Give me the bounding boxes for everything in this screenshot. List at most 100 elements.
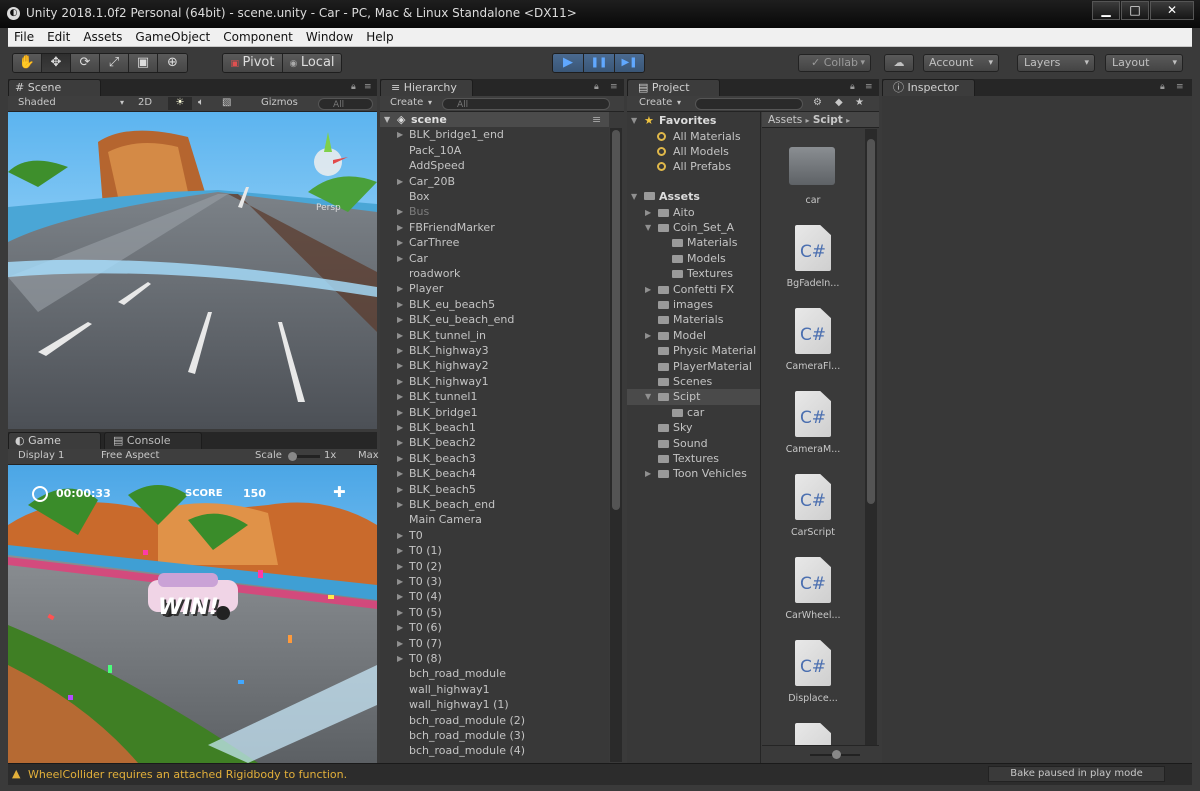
scene-root-row[interactable]: ▼ ◈ scene ≡	[380, 112, 609, 128]
hierarchy-item[interactable]: ▶ BLK_beach3	[380, 451, 609, 466]
step-button[interactable]: ▶❚	[615, 54, 644, 72]
2d-toggle[interactable]: 2D	[138, 97, 152, 108]
asset-item[interactable]: C# CarScript	[762, 471, 864, 551]
project-folder-row[interactable]: Materials	[627, 235, 760, 250]
cloud-button[interactable]: ☁	[884, 54, 914, 72]
scene-search-input[interactable]: All	[318, 98, 373, 110]
rect-tool-icon[interactable]: ▣	[129, 54, 158, 72]
audio-toggle-icon[interactable]: 🔈︎	[198, 97, 204, 108]
collapsed-arrow-icon[interactable]: ▶	[397, 251, 403, 266]
hierarchy-item[interactable]: ▶ BLK_beach4	[380, 466, 609, 481]
hierarchy-search-input[interactable]: All	[442, 98, 610, 110]
collapsed-arrow-icon[interactable]: ▶	[645, 328, 651, 343]
hierarchy-item[interactable]: ▶ BLK_highway1	[380, 374, 609, 389]
project-folder-row[interactable]: Sky	[627, 420, 760, 435]
collapsed-arrow-icon[interactable]: ▶	[397, 636, 403, 651]
effects-toggle-icon[interactable]: ▧	[222, 97, 231, 108]
collapsed-arrow-icon[interactable]: ▶	[397, 574, 403, 589]
hierarchy-create-dropdown[interactable]: Create	[390, 97, 423, 108]
favorites-item[interactable]: All Prefabs	[627, 159, 760, 174]
collapsed-arrow-icon[interactable]: ▶	[397, 405, 403, 420]
pivot-toggle[interactable]: ▣ Pivot	[223, 54, 283, 72]
project-folder-row[interactable]: Scenes	[627, 374, 760, 389]
hierarchy-item[interactable]: bch_road_module (2)	[380, 713, 609, 728]
lock-icon[interactable]: 🔒︎	[850, 82, 855, 92]
hierarchy-item[interactable]: wall_highway1	[380, 682, 609, 697]
hierarchy-item[interactable]: ▶ BLK_beach2	[380, 435, 609, 450]
tab-game[interactable]: ◐ Game	[8, 432, 101, 449]
hierarchy-item[interactable]: bch_road_module (3)	[380, 728, 609, 743]
tab-console[interactable]: ▤ Console	[104, 432, 202, 449]
favorites-item[interactable]: All Materials	[627, 129, 760, 144]
hierarchy-item[interactable]: ▶ T0 (7)	[380, 636, 609, 651]
project-folder-row[interactable]: Physic Material	[627, 343, 760, 358]
collapsed-arrow-icon[interactable]: ▶	[397, 497, 403, 512]
menu-window[interactable]: Window	[300, 30, 360, 44]
hierarchy-item[interactable]: ▶ T0 (3)	[380, 574, 609, 589]
hierarchy-item[interactable]: ▶ BLK_eu_beach5	[380, 297, 609, 312]
hierarchy-item[interactable]: ▶ BLK_beach1	[380, 420, 609, 435]
hierarchy-scroll-thumb[interactable]	[612, 130, 620, 510]
breadcrumb-current[interactable]: Scipt	[813, 114, 843, 126]
hierarchy-item[interactable]: ▶ BLK_beach5	[380, 482, 609, 497]
hierarchy-item[interactable]: ▶ BLK_highway2	[380, 358, 609, 373]
favorites-header[interactable]: ▼ ★ Favorites	[627, 113, 760, 128]
scale-tool-icon[interactable]: ⤢	[100, 54, 129, 72]
hierarchy-item[interactable]: ▶ CarThree	[380, 235, 609, 250]
hierarchy-item[interactable]: bch_road_module	[380, 666, 609, 681]
collapsed-arrow-icon[interactable]: ▶	[397, 328, 403, 343]
asset-item[interactable]: C# Displace...	[762, 637, 864, 717]
aspect-dropdown[interactable]: Free Aspect	[101, 450, 159, 461]
collapsed-arrow-icon[interactable]: ▶	[397, 358, 403, 373]
play-button[interactable]: ▶	[553, 54, 584, 72]
tab-inspector[interactable]: ⓘ Inspector	[882, 79, 975, 96]
project-folder-row[interactable]: ▶ Aito	[627, 205, 760, 220]
lock-icon[interactable]: 🔒︎	[594, 82, 599, 92]
collapsed-arrow-icon[interactable]: ▶	[397, 559, 403, 574]
lock-icon[interactable]: 🔒︎	[351, 82, 356, 92]
gizmos-dropdown[interactable]: Gizmos	[261, 97, 298, 108]
hierarchy-item[interactable]: ▶ Car_20B	[380, 174, 609, 189]
hierarchy-item[interactable]: ▶ T0 (5)	[380, 605, 609, 620]
hierarchy-item[interactable]: ▶ T0 (6)	[380, 620, 609, 635]
expanded-arrow-icon[interactable]: ▼	[645, 389, 651, 404]
project-folder-row[interactable]: images	[627, 297, 760, 312]
project-folder-row[interactable]: ▶ Toon Vehicles	[627, 466, 760, 481]
menu-file[interactable]: File	[8, 30, 41, 44]
hand-tool-icon[interactable]: ✋	[13, 54, 42, 72]
hierarchy-item[interactable]: ▶ BLK_tunnel_in	[380, 328, 609, 343]
hierarchy-item[interactable]: AddSpeed	[380, 158, 609, 173]
collapsed-arrow-icon[interactable]: ▶	[397, 466, 403, 481]
expanded-arrow-icon[interactable]: ▼	[645, 220, 651, 235]
hierarchy-item[interactable]: ▶ BLK_beach_end	[380, 497, 609, 512]
hierarchy-item[interactable]: ▶ Player	[380, 281, 609, 296]
hierarchy-item[interactable]: Pack_10A	[380, 143, 609, 158]
collapsed-arrow-icon[interactable]: ▶	[397, 204, 403, 219]
collapsed-arrow-icon[interactable]: ▶	[397, 389, 403, 404]
tab-project[interactable]: ▤ Project	[627, 79, 720, 96]
hierarchy-item[interactable]: ▶ FBFriendMarker	[380, 220, 609, 235]
rotate-tool-icon[interactable]: ⟳	[71, 54, 100, 72]
breadcrumb-assets[interactable]: Assets	[768, 114, 802, 126]
hierarchy-item[interactable]: ▶ T0 (2)	[380, 559, 609, 574]
collapsed-arrow-icon[interactable]: ▶	[397, 220, 403, 235]
project-search-input[interactable]	[695, 98, 803, 110]
tab-hierarchy[interactable]: ≡ Hierarchy	[380, 79, 473, 96]
hierarchy-item[interactable]: ▶ Bus	[380, 204, 609, 219]
collab-dropdown[interactable]: ✓ Collab	[798, 54, 871, 72]
local-toggle[interactable]: ◉ Local	[283, 54, 341, 72]
hierarchy-item[interactable]: ▶ T0	[380, 528, 609, 543]
hierarchy-item[interactable]: wall_highway1 (1)	[380, 697, 609, 712]
game-view[interactable]: 00:00:33 SCORE 150 ✚ WIN!	[8, 465, 377, 763]
collapsed-arrow-icon[interactable]: ▶	[397, 435, 403, 450]
hierarchy-item[interactable]: ▶ T0 (8)	[380, 651, 609, 666]
hierarchy-item[interactable]: bch_road_module (4)	[380, 743, 609, 758]
panel-menu-icon[interactable]: ≡	[364, 82, 372, 92]
panel-menu-icon[interactable]: ≡	[610, 82, 618, 92]
collapsed-arrow-icon[interactable]: ▶	[397, 589, 403, 604]
menu-edit[interactable]: Edit	[41, 30, 77, 44]
project-folder-row[interactable]: ▶ Confetti FX	[627, 282, 760, 297]
collapsed-arrow-icon[interactable]: ▶	[397, 605, 403, 620]
collapsed-arrow-icon[interactable]: ▶	[397, 343, 403, 358]
shading-mode-dropdown[interactable]: Shaded	[18, 97, 56, 108]
